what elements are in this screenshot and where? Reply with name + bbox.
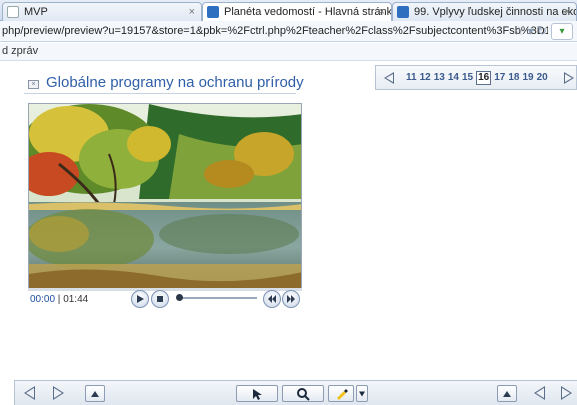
video-player[interactable] <box>28 103 302 291</box>
time-separator: | <box>55 294 64 305</box>
bookmark-item[interactable]: d zpráv <box>2 45 38 57</box>
page-icon <box>7 6 19 18</box>
seek-slider-track[interactable] <box>180 297 257 299</box>
up-triangle-icon <box>91 390 99 397</box>
planeta-logo-icon <box>207 6 219 18</box>
bottom-toolbar <box>14 380 577 405</box>
close-icon[interactable]: × <box>189 6 195 18</box>
up-triangle-icon <box>503 390 511 397</box>
rewind-icon <box>268 295 276 303</box>
collapse-icon[interactable]: × <box>28 80 39 89</box>
play-button[interactable] <box>131 290 149 308</box>
tab-label: 99. Vplyvy ľudskej činnosti na ekosyst..… <box>414 6 576 18</box>
cursor-arrow-icon <box>253 388 262 400</box>
page-link[interactable]: 11 <box>406 71 417 85</box>
address-bar: php/preview/preview?u=19157&store=1&pbk=… <box>0 21 577 42</box>
current-time: 00:00 <box>30 294 56 305</box>
stop-button[interactable] <box>151 290 169 308</box>
stop-icon <box>157 296 163 302</box>
url-field[interactable]: php/preview/preview?u=19157&store=1&pbk=… <box>0 23 548 40</box>
menu-button-left[interactable] <box>85 385 105 402</box>
prev-arrow-icon[interactable] <box>534 386 545 400</box>
page-link[interactable]: 17 <box>494 71 505 85</box>
menu-button-right[interactable] <box>497 385 517 402</box>
highlighter-tool-button[interactable] <box>328 385 354 402</box>
tab-label: Planéta vedomostí - Hlavná stránka <box>224 6 392 18</box>
bookmark-star-icon[interactable]: ☆ ▾ ↻ <box>513 24 547 38</box>
magnifier-icon <box>297 387 310 401</box>
fast-forward-icon <box>287 295 295 303</box>
close-icon[interactable]: × <box>564 6 570 18</box>
page-title: Globálne programy na ochranu prírody <box>46 74 304 91</box>
zoom-tool-button[interactable] <box>282 385 324 402</box>
prev-page-arrow-icon[interactable] <box>384 72 394 84</box>
video-frame-landscape <box>29 104 301 290</box>
page-numbers: 11 12 13 14 15 16 17 18 19 20 <box>406 71 548 85</box>
chevron-down-icon <box>359 391 365 396</box>
pointer-tool-button[interactable] <box>236 385 278 402</box>
page-link[interactable]: 20 <box>537 71 548 85</box>
fast-forward-button[interactable] <box>282 290 300 308</box>
seek-slider-handle[interactable] <box>176 294 183 301</box>
next-page-arrow-icon[interactable] <box>564 72 574 84</box>
page-link[interactable]: 12 <box>420 71 431 85</box>
highlighter-dropdown[interactable] <box>356 385 368 402</box>
lesson-header: × Globálne programy na ochranu prírody <box>24 72 304 94</box>
tab-mvp[interactable]: MVP × <box>2 2 202 21</box>
tab-planeta-vedomosti[interactable]: Planéta vedomostí - Hlavná stránka × <box>202 2 392 21</box>
extension-button[interactable]: ▾ <box>551 23 573 40</box>
page-link[interactable]: 13 <box>434 71 445 85</box>
tab-vplyvy[interactable]: 99. Vplyvy ľudskej činnosti na ekosyst..… <box>392 2 577 21</box>
page-link[interactable]: 19 <box>522 71 533 85</box>
prev-arrow-icon[interactable] <box>24 386 35 400</box>
next-arrow-icon[interactable] <box>561 386 572 400</box>
page-navigator: 11 12 13 14 15 16 17 18 19 20 <box>375 65 577 90</box>
page-link[interactable]: 14 <box>448 71 459 85</box>
close-icon[interactable]: × <box>379 6 385 18</box>
bookmarks-bar: d zpráv <box>0 43 577 61</box>
page-link[interactable]: 15 <box>462 71 473 85</box>
rewind-button[interactable] <box>263 290 281 308</box>
tab-label: MVP <box>24 6 48 18</box>
video-time: 00:00 | 01:44 <box>30 294 88 305</box>
play-icon <box>137 295 144 303</box>
page-link[interactable]: 18 <box>508 71 519 85</box>
lesson-icon <box>397 6 409 18</box>
duration: 01:44 <box>63 294 89 305</box>
current-page[interactable]: 16 <box>476 71 492 85</box>
next-arrow-icon[interactable] <box>53 386 64 400</box>
highlighter-pen-icon <box>337 388 348 400</box>
browser-tab-strip: MVP × Planéta vedomostí - Hlavná stránka… <box>0 0 577 21</box>
